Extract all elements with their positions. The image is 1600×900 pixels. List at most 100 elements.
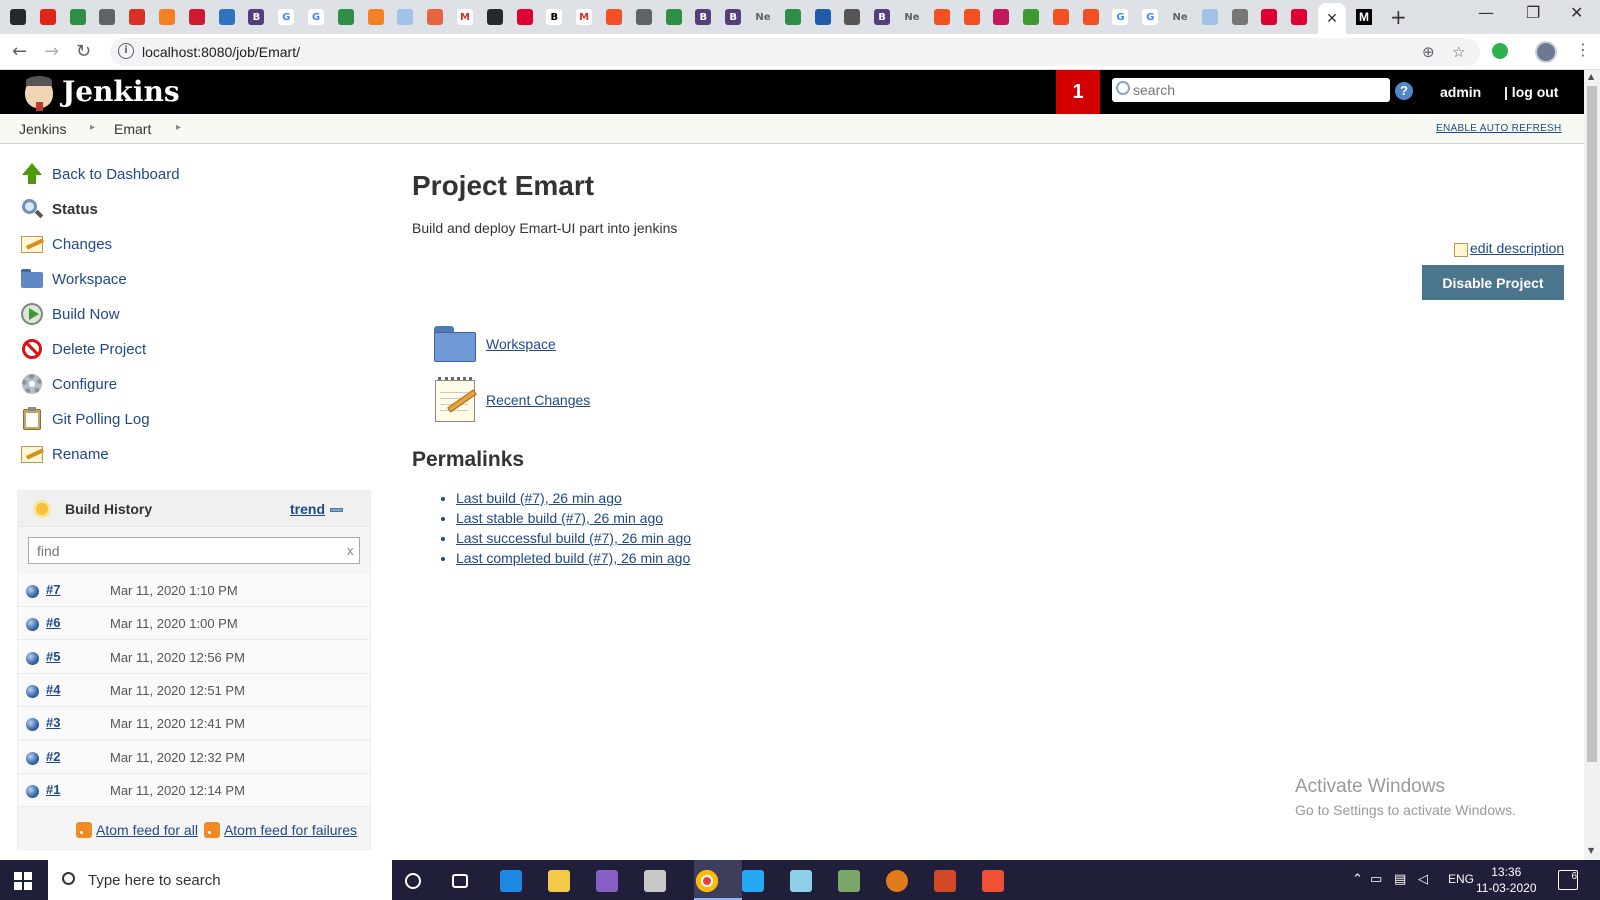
logout-link[interactable]: | log out xyxy=(1504,84,1558,100)
google-icon[interactable]: G xyxy=(1112,9,1129,25)
permalink-label[interactable]: Last build (#7), 26 min ago xyxy=(456,490,622,506)
download-icon[interactable] xyxy=(886,870,908,892)
breadcrumb-jenkins[interactable]: Jenkins xyxy=(19,121,66,137)
task-git-polling-log[interactable]: Git Polling Log xyxy=(20,405,150,433)
build-number-link[interactable]: #2 xyxy=(46,749,60,764)
build-date[interactable]: Mar 11, 2020 12:14 PM xyxy=(110,783,245,798)
files-icon[interactable] xyxy=(838,870,860,892)
profile-avatar[interactable] xyxy=(1535,41,1557,63)
sheets-icon[interactable] xyxy=(784,9,801,25)
restore-button[interactable]: ❐ xyxy=(1526,3,1540,22)
ne-icon[interactable]: Ne xyxy=(1172,9,1189,25)
edge-icon[interactable] xyxy=(500,870,522,892)
gmail-icon[interactable]: M xyxy=(456,9,473,25)
build-number-link[interactable]: #6 xyxy=(46,615,60,630)
task-rename[interactable]: Rename xyxy=(20,440,109,468)
task-configure[interactable]: Configure xyxy=(20,370,117,398)
google-icon[interactable]: G xyxy=(1142,9,1159,25)
volume-icon[interactable]: ◁ xyxy=(1418,872,1428,887)
powerpoint-icon[interactable] xyxy=(934,870,956,892)
active-tab[interactable]: ✕ xyxy=(1318,3,1346,34)
clear-filter-icon[interactable]: x xyxy=(347,543,354,558)
notification-center-icon[interactable]: 6 xyxy=(1558,870,1578,890)
microsoft-icon[interactable] xyxy=(963,9,980,25)
task-build-now[interactable]: Build Now xyxy=(20,300,120,328)
breadcrumb-separator[interactable]: ▸ xyxy=(176,122,181,133)
task-label[interactable]: Build Now xyxy=(52,306,120,323)
build-status-ball-icon[interactable] xyxy=(26,684,39,698)
build-date[interactable]: Mar 11, 2020 1:10 PM xyxy=(110,583,238,598)
minimize-button[interactable]: — xyxy=(1478,3,1494,22)
collapse-icon[interactable] xyxy=(330,508,343,512)
sheets-icon[interactable] xyxy=(665,9,682,25)
chat-icon[interactable] xyxy=(99,9,116,25)
code-icon[interactable] xyxy=(814,9,831,25)
rss-icon[interactable] xyxy=(203,822,220,838)
taskbar-clock[interactable]: 13:36 11-03-2020 xyxy=(1476,864,1537,896)
octocat-icon[interactable] xyxy=(844,9,861,25)
bug-icon[interactable] xyxy=(993,9,1010,25)
build-status-ball-icon[interactable] xyxy=(26,618,39,632)
recent-changes-link-label[interactable]: Recent Changes xyxy=(486,392,590,408)
chat-icon[interactable] xyxy=(635,9,652,25)
search-box[interactable] xyxy=(1112,78,1390,102)
build-date[interactable]: Mar 11, 2020 1:00 PM xyxy=(110,616,238,631)
browser-menu-icon[interactable]: ⋮ xyxy=(1575,40,1591,59)
microsoft-icon[interactable] xyxy=(1082,9,1099,25)
zoom-icon[interactable]: ⊕ xyxy=(1422,43,1435,61)
windows-start-icon[interactable] xyxy=(14,872,32,890)
task-label[interactable]: Rename xyxy=(52,446,109,463)
build-number-link[interactable]: #5 xyxy=(46,649,60,664)
task-workspace[interactable]: Workspace xyxy=(20,265,127,293)
bootstrap-icon[interactable]: B xyxy=(874,9,891,25)
stackoverflow-icon[interactable] xyxy=(367,9,384,25)
build-number-link[interactable]: #4 xyxy=(46,682,60,697)
build-status-ball-icon[interactable] xyxy=(26,651,39,665)
edit-description-link[interactable]: edit description xyxy=(1454,240,1564,257)
search-input[interactable] xyxy=(1133,80,1383,100)
trend-link[interactable]: trend xyxy=(290,501,325,517)
ne-icon[interactable]: Ne xyxy=(903,9,920,25)
battery-icon[interactable]: ▭ xyxy=(1370,872,1382,887)
play-icon[interactable] xyxy=(1023,9,1040,25)
github-icon[interactable] xyxy=(486,9,503,25)
build-number-link[interactable]: #1 xyxy=(46,782,60,797)
star-icon[interactable]: ☆ xyxy=(1452,43,1465,61)
microsoft-icon[interactable] xyxy=(933,9,950,25)
breadcrumb-separator[interactable]: ▸ xyxy=(90,122,95,133)
sheets-icon[interactable] xyxy=(69,9,86,25)
build-status-ball-icon[interactable] xyxy=(26,784,39,798)
url-text[interactable]: localhost:8080/job/Emart/ xyxy=(142,44,300,60)
ne-icon[interactable]: Ne xyxy=(754,9,771,25)
pinwheel-icon[interactable] xyxy=(397,9,414,25)
permalink-label[interactable]: Last successful build (#7), 26 min ago xyxy=(456,530,691,546)
adobe-icon[interactable] xyxy=(39,9,56,25)
workspace-link[interactable]: Workspace xyxy=(432,320,556,368)
task-label[interactable]: Changes xyxy=(52,236,112,253)
opera-icon[interactable] xyxy=(188,9,205,25)
gmail-icon[interactable]: M xyxy=(576,9,593,25)
help-icon[interactable]: ? xyxy=(1395,82,1413,100)
reload-icon[interactable]: ↻ xyxy=(76,41,91,62)
disable-project-button[interactable]: Disable Project xyxy=(1422,265,1564,300)
bootstrap-icon[interactable]: B xyxy=(725,9,742,25)
build-status-ball-icon[interactable] xyxy=(26,751,39,765)
build-date[interactable]: Mar 11, 2020 12:41 PM xyxy=(110,716,245,731)
jenkins-logo-icon[interactable] xyxy=(22,74,56,111)
sheets-icon[interactable] xyxy=(337,9,354,25)
stackoverflow-icon[interactable] xyxy=(158,9,175,25)
url-bar[interactable]: i localhost:8080/job/Emart/ ⊕ ☆ xyxy=(110,38,1480,66)
edit-description-label[interactable]: edit description xyxy=(1470,240,1564,256)
vscode-icon[interactable] xyxy=(742,870,764,892)
task-label[interactable]: Status xyxy=(52,201,98,218)
enable-auto-refresh-link[interactable]: ENABLE AUTO REFRESH xyxy=(1436,123,1562,134)
task-changes[interactable]: Changes xyxy=(20,230,112,258)
scrollbar-thumb[interactable] xyxy=(1587,86,1597,762)
task-delete-project[interactable]: Delete Project xyxy=(20,335,146,363)
close-window-button[interactable]: ✕ xyxy=(1570,3,1583,22)
workspace-link-label[interactable]: Workspace xyxy=(486,336,556,352)
build-status-ball-icon[interactable] xyxy=(26,718,39,732)
atom-feed-all-link[interactable]: Atom feed for all xyxy=(96,822,198,838)
task-back-to-dashboard[interactable]: Back to Dashboard xyxy=(20,160,180,188)
taskbar-search[interactable]: Type here to search xyxy=(48,860,392,900)
